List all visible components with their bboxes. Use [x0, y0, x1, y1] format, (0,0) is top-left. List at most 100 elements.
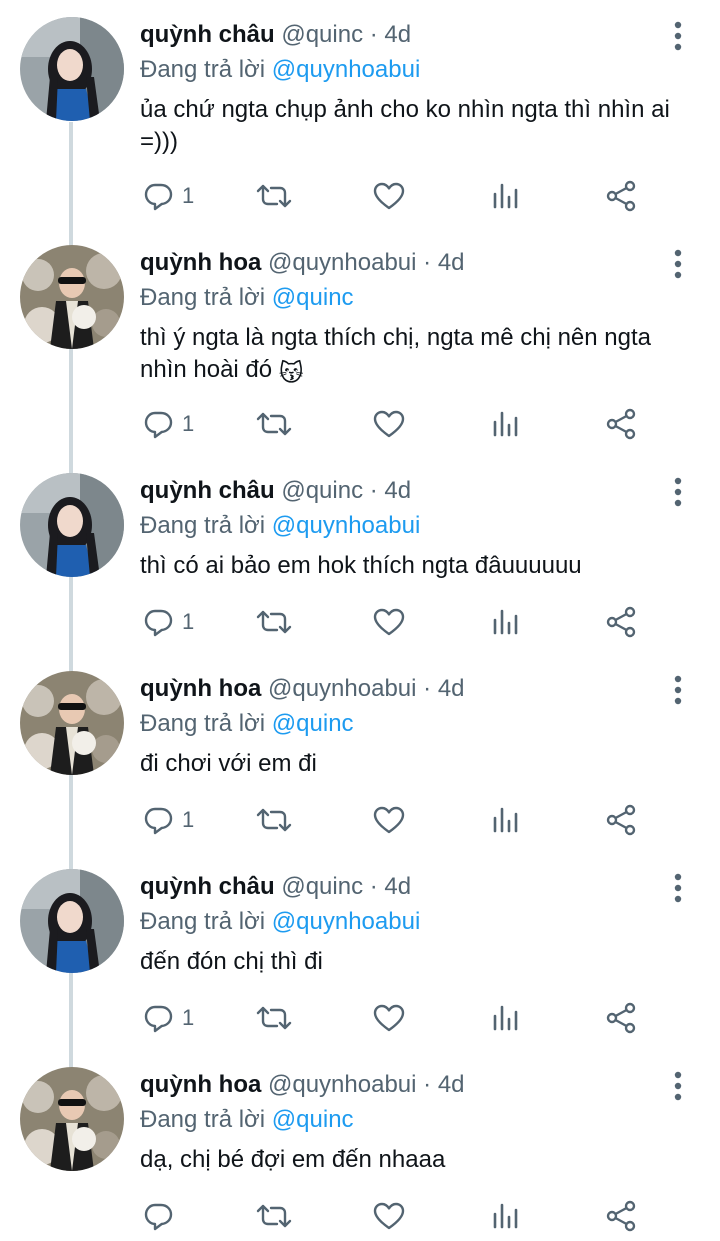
reply-button[interactable]: 1 [142, 602, 194, 642]
replying-to-label: Đang trả lời [140, 512, 266, 539]
more-vertical-icon [674, 21, 682, 51]
replying-to: Đang trả lời @quynhoabui [140, 55, 420, 85]
reply-thread: quỳnh châu @quinc · 4d Đang trả lời @quy… [0, 0, 720, 1241]
display-name[interactable]: quỳnh hoa [140, 675, 261, 702]
avatar[interactable] [20, 671, 124, 775]
retweet-button[interactable] [256, 998, 292, 1038]
like-button[interactable] [372, 404, 406, 444]
share-button[interactable] [605, 176, 639, 216]
mention-link[interactable]: @quynhoabui [272, 56, 420, 83]
retweet-button[interactable] [256, 404, 292, 444]
timestamp[interactable]: · 4d [370, 477, 411, 504]
share-button[interactable] [605, 998, 639, 1038]
mention-link[interactable]: @quynhoabui [272, 512, 420, 539]
retweet-button[interactable] [256, 800, 292, 840]
handle[interactable]: @quinc [281, 873, 363, 900]
timestamp[interactable]: · 4d [423, 1071, 464, 1098]
like-button[interactable] [372, 998, 406, 1038]
display-name[interactable]: quỳnh hoa [140, 249, 261, 276]
share-button[interactable] [605, 404, 639, 444]
views-icon [493, 1005, 518, 1031]
tweet[interactable]: quỳnh hoa @quynhoabui · 4d Đang trả lời … [0, 1050, 720, 1241]
like-button[interactable] [372, 800, 406, 840]
handle[interactable]: @quinc [281, 21, 363, 48]
views-button[interactable] [490, 1196, 522, 1236]
like-button[interactable] [372, 602, 406, 642]
timestamp[interactable]: · 4d [370, 873, 411, 900]
more-vertical-icon [674, 873, 682, 903]
mention-link[interactable]: @quynhoabui [272, 908, 420, 935]
share-icon [606, 606, 636, 638]
share-button[interactable] [605, 602, 639, 642]
tweet[interactable]: quỳnh châu @quinc · 4d Đang trả lời @quy… [0, 456, 720, 654]
like-icon [373, 410, 405, 438]
tweet[interactable]: quỳnh châu @quinc · 4d Đang trả lời @quy… [0, 852, 720, 1050]
more-options-button[interactable] [664, 1068, 692, 1104]
more-options-button[interactable] [664, 672, 692, 708]
display-name[interactable]: quỳnh châu [140, 873, 275, 900]
reply-icon [144, 807, 173, 835]
avatar-photo-chau-icon [20, 17, 124, 121]
replying-to: Đang trả lời @quinc [140, 1105, 354, 1135]
share-button[interactable] [605, 800, 639, 840]
more-options-button[interactable] [664, 18, 692, 54]
handle[interactable]: @quynhoabui [268, 1071, 416, 1098]
views-button[interactable] [490, 602, 522, 642]
mention-link[interactable]: @quinc [272, 710, 354, 737]
retweet-icon [256, 808, 292, 832]
handle[interactable]: @quinc [281, 477, 363, 504]
more-options-button[interactable] [664, 870, 692, 906]
more-options-button[interactable] [664, 246, 692, 282]
tweet-text: đi chơi với em đi [140, 750, 317, 777]
replying-to: Đang trả lời @quinc [140, 283, 354, 313]
mention-link[interactable]: @quinc [272, 284, 354, 311]
reply-button[interactable]: 1 [142, 176, 194, 216]
avatar[interactable] [20, 17, 124, 121]
tweet[interactable]: quỳnh châu @quinc · 4d Đang trả lời @quy… [0, 0, 720, 228]
reply-button[interactable]: 1 [142, 800, 194, 840]
reply-count: 1 [182, 1005, 195, 1030]
views-button[interactable] [490, 800, 522, 840]
share-button[interactable] [605, 1196, 639, 1236]
tweet[interactable]: quỳnh hoa @quynhoabui · 4d Đang trả lời … [0, 654, 720, 852]
display-name[interactable]: quỳnh châu [140, 21, 275, 48]
avatar[interactable] [20, 1067, 124, 1171]
timestamp[interactable]: · 4d [423, 675, 464, 702]
tweet-text: thì có ai bảo em hok thích ngta đâuuuuuu [140, 552, 582, 579]
tweet-text-container: thì ý ngta là ngta thích chị, ngta mê ch… [140, 322, 700, 390]
display-name[interactable]: quỳnh châu [140, 477, 275, 504]
more-vertical-icon [674, 249, 682, 279]
tweet[interactable]: quỳnh hoa @quynhoabui · 4d Đang trả lời … [0, 228, 720, 456]
like-button[interactable] [372, 1196, 406, 1236]
handle[interactable]: @quynhoabui [268, 675, 416, 702]
views-button[interactable] [490, 998, 522, 1038]
views-button[interactable] [490, 404, 522, 444]
retweet-button[interactable] [256, 602, 292, 642]
tweet-actions: 1 [0, 800, 720, 840]
avatar[interactable] [20, 245, 124, 349]
reply-button[interactable]: 1 [142, 404, 194, 444]
like-button[interactable] [372, 176, 406, 216]
timestamp[interactable]: · 4d [423, 249, 464, 276]
reply-button[interactable] [142, 1196, 182, 1236]
avatar[interactable] [20, 869, 124, 973]
mention-link[interactable]: @quinc [272, 1106, 354, 1133]
handle[interactable]: @quynhoabui [268, 249, 416, 276]
tweet-text: ủa chứ ngta chụp ảnh cho ko nhìn ngta th… [140, 96, 670, 155]
share-icon [606, 408, 636, 440]
reply-button[interactable]: 1 [142, 998, 194, 1038]
avatar[interactable] [20, 473, 124, 577]
retweet-button[interactable] [256, 1196, 292, 1236]
views-button[interactable] [490, 176, 522, 216]
retweet-button[interactable] [256, 176, 292, 216]
retweet-icon [256, 184, 292, 208]
timestamp[interactable]: · 4d [370, 21, 411, 48]
reply-count: 1 [182, 807, 195, 832]
replying-to: Đang trả lời @quinc [140, 709, 354, 739]
tweet-actions: 1 [0, 404, 720, 444]
display-name[interactable]: quỳnh hoa [140, 1071, 261, 1098]
retweet-icon [256, 1204, 292, 1228]
views-icon [493, 411, 518, 437]
like-icon [373, 182, 405, 210]
more-options-button[interactable] [664, 474, 692, 510]
